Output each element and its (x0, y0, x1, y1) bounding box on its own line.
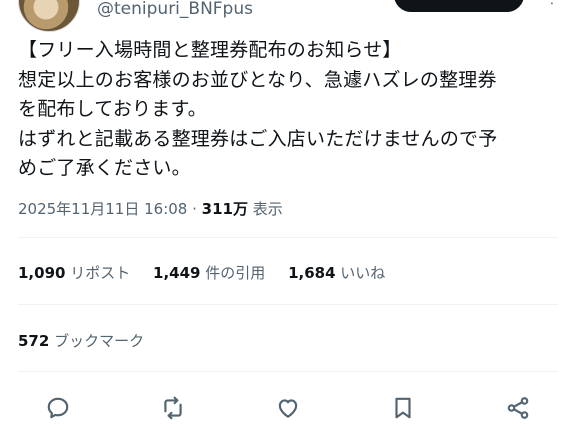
follow-button[interactable] (394, 0, 524, 12)
engagement-stats: 1,090 リポスト 1,449 件の引用 1,684 いいね (18, 262, 403, 283)
divider (18, 371, 558, 372)
bookmarks-count: 572 (18, 332, 50, 350)
quotes-stat[interactable]: 1,449 件の引用 (153, 262, 265, 283)
tweet-text: 【フリー入場時間と整理券配布のお知らせ】 想定以上のお客様のお並びとなり、急遽ハ… (18, 36, 563, 184)
tweet-line: 【フリー入場時間と整理券配布のお知らせ】 (18, 39, 402, 61)
quotes-count: 1,449 (153, 264, 201, 282)
action-bar (0, 388, 576, 428)
tweet-meta: 2025年11月11日 16:08 · 311万 表示 (18, 198, 283, 219)
repost-button[interactable] (153, 388, 193, 428)
repost-icon (164, 396, 182, 420)
tweet-line: を配布しております。 (18, 98, 207, 120)
more-options-icon[interactable]: ⋮ (542, 0, 562, 6)
divider (18, 237, 558, 238)
author-handle[interactable]: @tenipuri_BNFpus (97, 0, 253, 20)
reposts-label: リポスト (70, 264, 131, 282)
views-count: 311万 (201, 200, 248, 218)
divider (18, 304, 558, 305)
share-icon (507, 397, 529, 419)
tweet-line: 想定以上のお客様のお並びとなり、急遽ハズレの整理券 (18, 68, 497, 91)
bookmark-button[interactable] (383, 388, 423, 428)
share-button[interactable] (498, 388, 538, 428)
tweet-line: めご了承ください。 (18, 157, 191, 179)
bookmark-icon (395, 397, 411, 419)
reply-icon (47, 397, 69, 419)
like-button[interactable] (268, 388, 308, 428)
views-label: 表示 (247, 200, 283, 218)
reposts-count: 1,090 (18, 264, 66, 282)
reply-button[interactable] (38, 388, 78, 428)
likes-stat[interactable]: 1,684 いいね (288, 262, 385, 283)
avatar[interactable] (18, 0, 80, 32)
like-icon (278, 399, 298, 418)
bookmarks-label: ブックマーク (54, 332, 145, 350)
timestamp[interactable]: 2025年11月11日 16:08 (18, 200, 187, 218)
meta-separator: · (187, 200, 202, 218)
reposts-stat[interactable]: 1,090 リポスト (18, 262, 130, 283)
likes-label: いいね (340, 264, 386, 282)
tweet-line: はずれと記載ある整理券はご入店いただけませんので予 (18, 127, 498, 150)
bookmarks-stat[interactable]: 572 ブックマーク (18, 330, 144, 351)
quotes-label: 件の引用 (205, 264, 266, 282)
likes-count: 1,684 (288, 264, 336, 282)
